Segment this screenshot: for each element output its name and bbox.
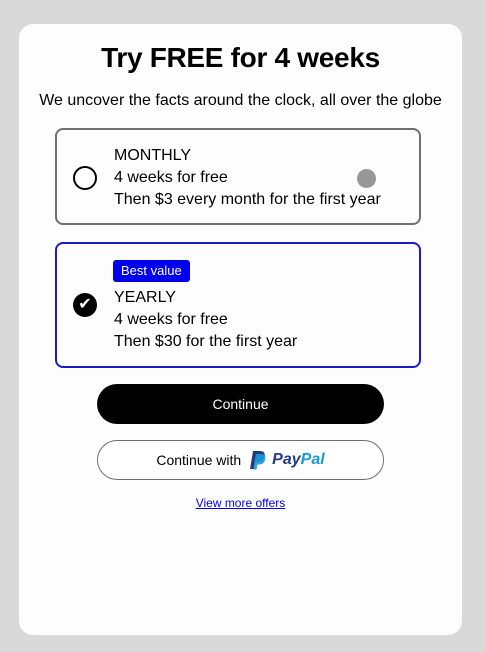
plan-name: YEARLY bbox=[114, 289, 176, 306]
plan-details: YEARLY 4 weeks for free Then $30 for the… bbox=[114, 287, 297, 353]
radio-unchecked-icon[interactable] bbox=[73, 166, 97, 190]
page-subtitle: We uncover the facts around the clock, a… bbox=[39, 92, 442, 109]
cursor-dot-icon bbox=[357, 169, 376, 188]
best-value-badge: Best value bbox=[113, 260, 190, 282]
plan-name: MONTHLY bbox=[114, 147, 192, 164]
continue-button[interactable]: Continue bbox=[97, 384, 384, 424]
offer-card: Try FREE for 4 weeks We uncover the fact… bbox=[19, 24, 462, 635]
view-more-offers-link[interactable]: View more offers bbox=[19, 496, 462, 510]
radio-checked-icon[interactable]: ✔ bbox=[73, 293, 97, 317]
paypal-p-icon bbox=[250, 451, 266, 470]
plan-option-yearly[interactable]: Best value ✔ YEARLY 4 weeks for free The… bbox=[55, 242, 421, 368]
plan-trial: 4 weeks for free bbox=[114, 311, 228, 328]
plan-option-monthly[interactable]: MONTHLY 4 weeks for free Then $3 every m… bbox=[55, 128, 421, 225]
paypal-button-label: Continue with bbox=[156, 452, 242, 468]
plan-price: Then $3 every month for the first year bbox=[114, 191, 381, 208]
page-title: Try FREE for 4 weeks bbox=[101, 42, 380, 73]
plan-details: MONTHLY 4 weeks for free Then $3 every m… bbox=[114, 145, 381, 211]
paypal-logo: PayPal bbox=[249, 450, 325, 470]
plan-price: Then $30 for the first year bbox=[114, 333, 298, 350]
paypal-button[interactable]: Continue with PayPal bbox=[97, 440, 384, 480]
plan-trial: 4 weeks for free bbox=[114, 169, 228, 186]
paypal-wordmark: PayPal bbox=[272, 451, 325, 468]
